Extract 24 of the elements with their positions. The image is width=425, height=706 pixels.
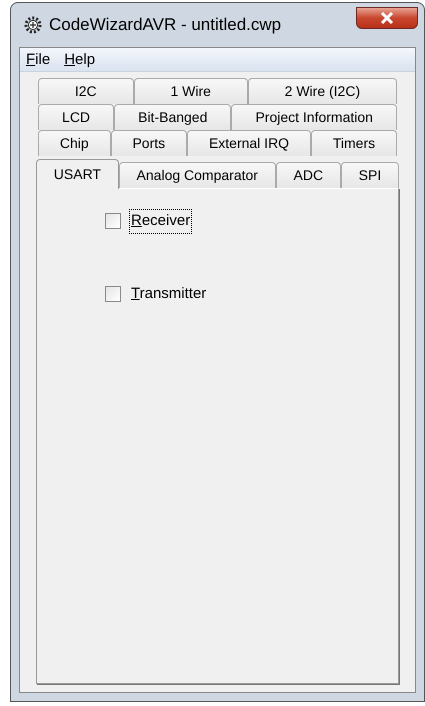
tab[interactable]: Timers [310, 130, 398, 156]
gear-icon [23, 15, 43, 35]
tab[interactable]: I2C [38, 78, 134, 104]
menu-item[interactable]: Help [64, 52, 96, 67]
checkbox[interactable] [105, 286, 121, 302]
tab[interactable]: Chip [38, 130, 111, 156]
tab[interactable]: Project Information [231, 104, 397, 130]
close-button[interactable] [356, 7, 418, 29]
tab[interactable]: 2 Wire (I2C) [248, 78, 397, 104]
checkbox-label[interactable]: Receiver [129, 209, 192, 234]
tab[interactable]: USART [36, 159, 119, 189]
menu-item[interactable]: File [26, 52, 50, 67]
tab[interactable]: LCD [38, 104, 114, 130]
checkbox[interactable] [105, 213, 121, 230]
checkbox-label[interactable]: Transmitter [129, 282, 208, 306]
window-title: CodeWizardAVR - untitled.cwp [49, 14, 282, 36]
close-icon [380, 12, 394, 24]
tab[interactable]: ADC [276, 162, 341, 188]
tab[interactable]: External IRQ [187, 130, 311, 156]
tab[interactable]: Bit-Banged [114, 104, 232, 130]
tab[interactable]: SPI [340, 162, 399, 188]
tab[interactable]: Analog Comparator [118, 162, 276, 188]
tab[interactable]: Ports [110, 130, 188, 156]
tab[interactable]: 1 Wire [134, 78, 248, 104]
